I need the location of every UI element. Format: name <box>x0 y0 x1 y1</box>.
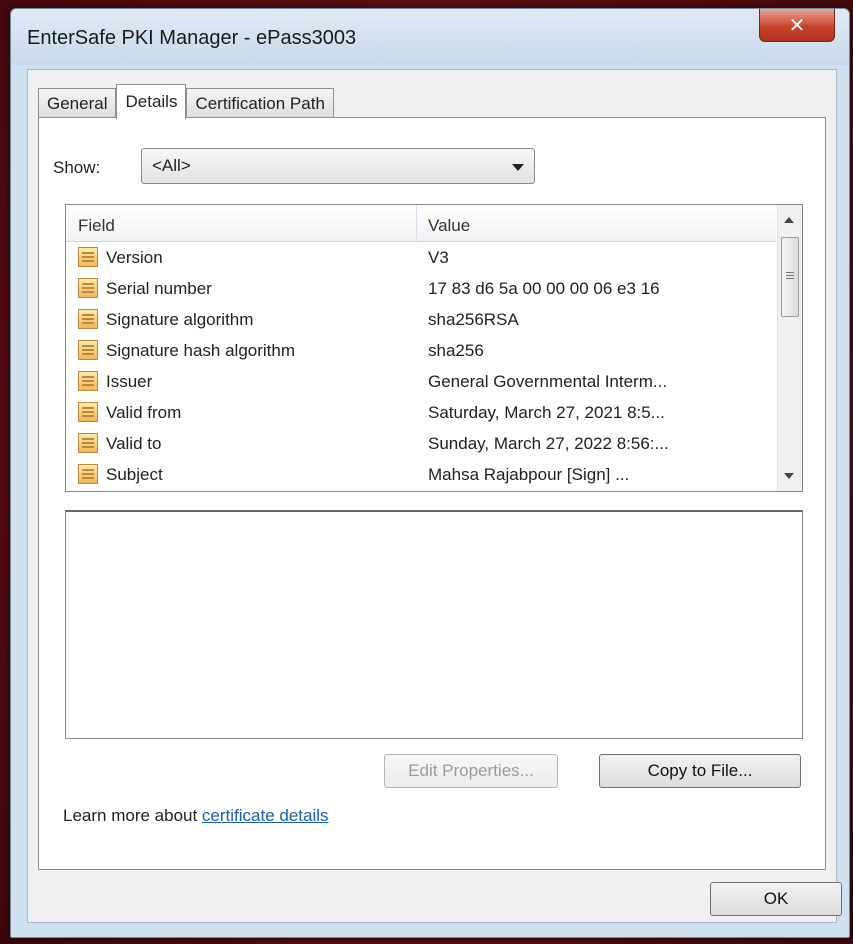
list-item[interactable]: Signature hash algorithm sha256 <box>66 336 776 367</box>
certificate-field-icon <box>78 402 98 422</box>
close-icon: ✕ <box>788 13 806 37</box>
show-dropdown-value: <All> <box>152 156 191 175</box>
list-item[interactable]: Version V3 <box>66 243 776 274</box>
field-name: Issuer <box>106 372 153 391</box>
list-item[interactable]: Subject Mahsa Rajabpour [Sign] ... <box>66 460 776 491</box>
certificate-field-icon <box>78 309 98 329</box>
certificate-field-icon <box>78 340 98 360</box>
list-item[interactable]: Serial number 17 83 d6 5a 00 00 00 06 e3… <box>66 274 776 305</box>
certificate-field-icon <box>78 278 98 298</box>
field-value: Saturday, March 27, 2021 8:5... <box>428 403 665 422</box>
tab-details[interactable]: Details <box>116 84 187 120</box>
chevron-down-icon <box>512 164 524 171</box>
certificate-fields-list[interactable]: Field Value Version V3 Serial number 17 … <box>65 204 803 492</box>
edit-properties-button[interactable]: Edit Properties... <box>384 754 558 788</box>
column-header-value[interactable]: Value <box>428 216 470 236</box>
scroll-down-icon[interactable] <box>784 473 794 479</box>
field-value: 17 83 d6 5a 00 00 00 06 e3 16 <box>428 279 660 298</box>
list-rows: Version V3 Serial number 17 83 d6 5a 00 … <box>66 243 776 491</box>
ok-button[interactable]: OK <box>710 882 842 916</box>
field-name: Signature algorithm <box>106 310 254 329</box>
field-value: sha256 <box>428 341 484 360</box>
field-value: Mahsa Rajabpour [Sign] ... <box>428 465 630 484</box>
field-name: Signature hash algorithm <box>106 341 296 360</box>
list-item[interactable]: Issuer General Governmental Interm... <box>66 367 776 398</box>
column-header-field[interactable]: Field <box>78 216 115 236</box>
tab-certification-path[interactable]: Certification Path <box>186 88 334 119</box>
list-item[interactable]: Valid from Saturday, March 27, 2021 8:5.… <box>66 398 776 429</box>
tab-strip: General Details Certification Path <box>38 84 334 120</box>
list-header: Field Value <box>66 205 776 242</box>
learn-more-text: Learn more about certificate details <box>63 806 329 826</box>
field-detail-textbox[interactable] <box>65 510 803 739</box>
certificate-field-icon <box>78 371 98 391</box>
field-name: Serial number <box>106 279 212 298</box>
certificate-details-link[interactable]: certificate details <box>202 806 329 825</box>
vertical-scrollbar[interactable] <box>777 205 802 491</box>
scrollbar-thumb[interactable] <box>781 237 799 317</box>
certificate-field-icon <box>78 433 98 453</box>
field-value: V3 <box>428 248 449 267</box>
field-name: Subject <box>106 465 163 484</box>
tab-general[interactable]: General <box>38 88 117 119</box>
field-value: sha256RSA <box>428 310 519 329</box>
show-dropdown[interactable]: <All> <box>141 148 535 184</box>
certificate-dialog: EnterSafe PKI Manager - ePass3003 ✕ Gene… <box>10 8 850 938</box>
grip-icon <box>786 272 794 273</box>
details-tab-panel: Show: <All> Field Value Version V3 Seria… <box>38 117 826 870</box>
title-bar[interactable]: EnterSafe PKI Manager - ePass3003 ✕ <box>11 9 849 65</box>
field-name: Version <box>106 248 163 267</box>
list-item[interactable]: Signature algorithm sha256RSA <box>66 305 776 336</box>
scroll-up-icon[interactable] <box>784 217 794 223</box>
window-title: EnterSafe PKI Manager - ePass3003 <box>27 27 357 49</box>
copy-to-file-button[interactable]: Copy to File... <box>599 754 801 788</box>
field-value: Sunday, March 27, 2022 8:56:... <box>428 434 669 453</box>
certificate-field-icon <box>78 247 98 267</box>
learn-more-prefix: Learn more about <box>63 806 202 825</box>
field-value: General Governmental Interm... <box>428 372 668 391</box>
list-item[interactable]: Valid to Sunday, March 27, 2022 8:56:... <box>66 429 776 460</box>
certificate-field-icon <box>78 464 98 484</box>
show-label: Show: <box>53 158 101 177</box>
close-button[interactable]: ✕ <box>759 9 835 42</box>
dialog-client-area: General Details Certification Path Show:… <box>27 69 842 923</box>
field-name: Valid to <box>106 434 162 453</box>
column-separator[interactable] <box>416 205 417 241</box>
field-name: Valid from <box>106 403 182 422</box>
